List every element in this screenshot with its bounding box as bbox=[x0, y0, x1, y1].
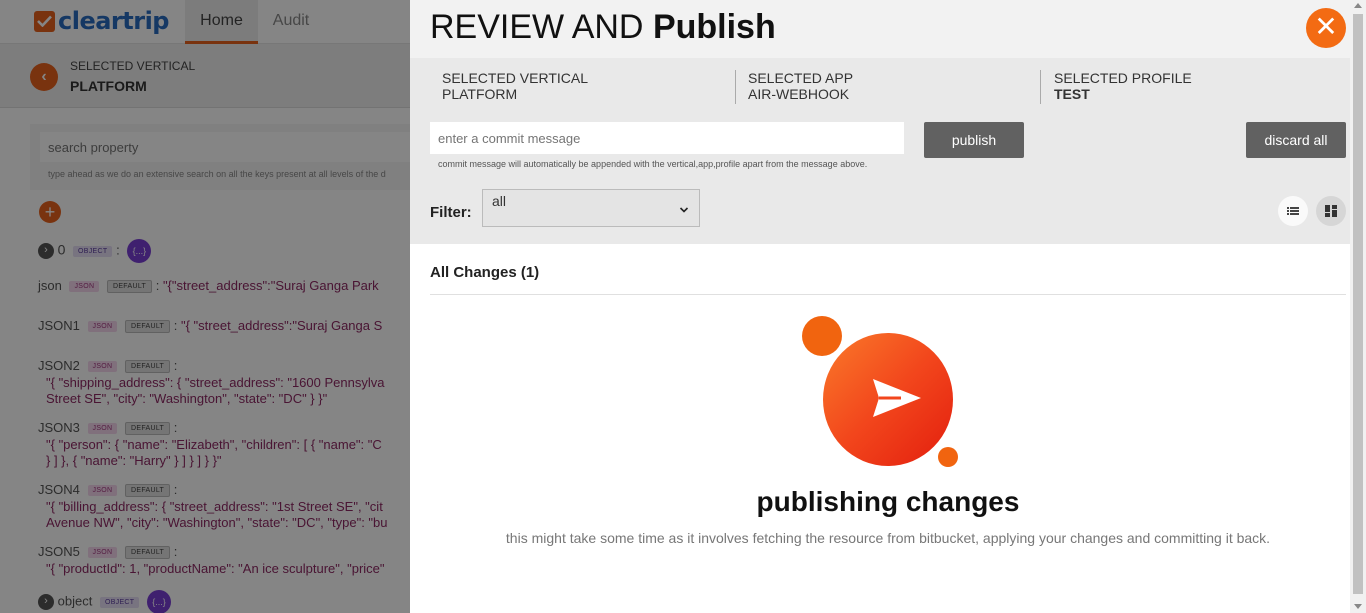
decor-dot bbox=[938, 447, 958, 467]
panel-header: REVIEW AND Publish ✕ bbox=[410, 0, 1350, 58]
selected-vertical: SELECTED VERTICAL PLATFORM bbox=[442, 70, 732, 104]
filter-selected-value: all bbox=[492, 193, 507, 209]
selected-vertical-label: SELECTED VERTICAL bbox=[442, 70, 589, 86]
chevron-down-icon bbox=[679, 200, 689, 218]
scroll-up-arrow-icon[interactable] bbox=[1354, 3, 1362, 8]
publishing-subtitle: this might take some time as it involves… bbox=[505, 530, 1271, 546]
publishing-illustration bbox=[800, 314, 960, 474]
divider bbox=[430, 294, 1346, 295]
all-changes-title: All Changes (1) bbox=[430, 264, 540, 281]
selected-profile-value: TEST bbox=[1054, 86, 1090, 102]
selected-app-value: AIR-WEBHOOK bbox=[748, 86, 850, 102]
discard-all-button[interactable]: discard all bbox=[1246, 122, 1346, 158]
decor-dot bbox=[802, 316, 842, 356]
close-button[interactable]: ✕ bbox=[1306, 8, 1346, 48]
commit-message-input[interactable] bbox=[430, 122, 904, 154]
filter-label: Filter: bbox=[430, 204, 472, 221]
selected-vertical-value: PLATFORM bbox=[442, 86, 518, 102]
list-view-button[interactable] bbox=[1278, 196, 1308, 226]
selection-summary: SELECTED VERTICAL PLATFORM SELECTED APP … bbox=[410, 58, 1350, 244]
grid-view-button[interactable] bbox=[1316, 196, 1346, 226]
panel-title: REVIEW AND Publish bbox=[430, 8, 776, 47]
publish-button[interactable]: publish bbox=[924, 122, 1024, 158]
selected-profile-label: SELECTED PROFILE bbox=[1054, 70, 1192, 86]
grid-view-icon bbox=[1325, 205, 1337, 217]
review-publish-panel: REVIEW AND Publish ✕ SELECTED VERTICAL P… bbox=[410, 0, 1350, 613]
send-circle bbox=[823, 333, 953, 466]
selected-profile: SELECTED PROFILE TEST bbox=[1040, 70, 1340, 104]
page-scrollbar[interactable] bbox=[1350, 0, 1366, 613]
commit-message-note: commit message will automatically be app… bbox=[438, 159, 868, 169]
close-icon: ✕ bbox=[1314, 11, 1338, 42]
send-icon bbox=[873, 379, 921, 417]
filter-select[interactable]: all bbox=[482, 189, 700, 227]
publishing-title: publishing changes bbox=[756, 486, 1020, 517]
scroll-down-arrow-icon[interactable] bbox=[1354, 604, 1362, 609]
selected-app: SELECTED APP AIR-WEBHOOK bbox=[735, 70, 1035, 104]
list-view-icon bbox=[1287, 207, 1299, 215]
panel-title-strong: Publish bbox=[652, 8, 776, 46]
scrollbar-thumb[interactable] bbox=[1353, 14, 1363, 594]
panel-title-prefix: REVIEW AND bbox=[430, 8, 653, 46]
selected-app-label: SELECTED APP bbox=[748, 70, 854, 86]
